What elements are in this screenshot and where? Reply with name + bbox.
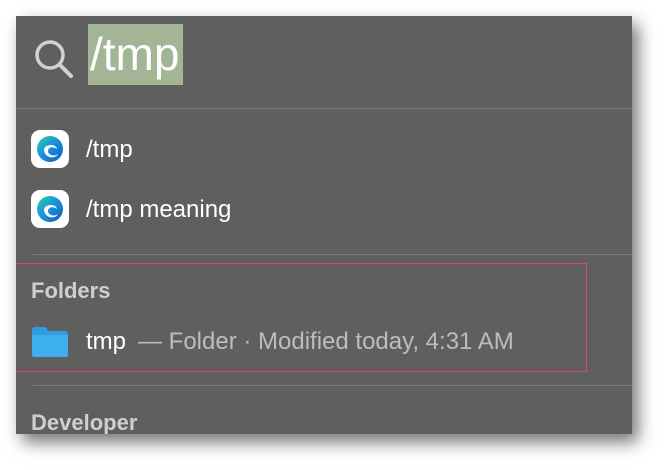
search-bar[interactable]: /tmp	[16, 16, 632, 108]
web-result-tmp-meaning[interactable]: /tmp meaning	[16, 183, 632, 237]
folder-result-tmp[interactable]: tmp — Folder · Modified today, 4:31 AM	[16, 317, 632, 367]
section-divider	[33, 254, 632, 255]
search-input[interactable]: /tmp	[88, 24, 184, 85]
folder-metadata: — Folder · Modified today, 4:31 AM	[138, 328, 514, 355]
section-header-developer: Developer	[31, 410, 138, 434]
spotlight-panel: /tmp /tmp /tmp meaning Folders tmp — Fol…	[16, 16, 632, 434]
section-header-folders: Folders	[31, 278, 111, 303]
folder-name: tmp	[86, 328, 127, 355]
web-result-label: /tmp meaning	[86, 196, 232, 223]
edge-icon	[31, 130, 69, 168]
folder-icon	[32, 327, 68, 357]
search-divider	[16, 108, 632, 109]
web-result-tmp[interactable]: /tmp	[16, 123, 632, 177]
web-result-label: /tmp	[86, 136, 133, 163]
section-divider	[33, 385, 632, 386]
search-icon	[35, 40, 73, 78]
edge-icon	[31, 190, 69, 228]
